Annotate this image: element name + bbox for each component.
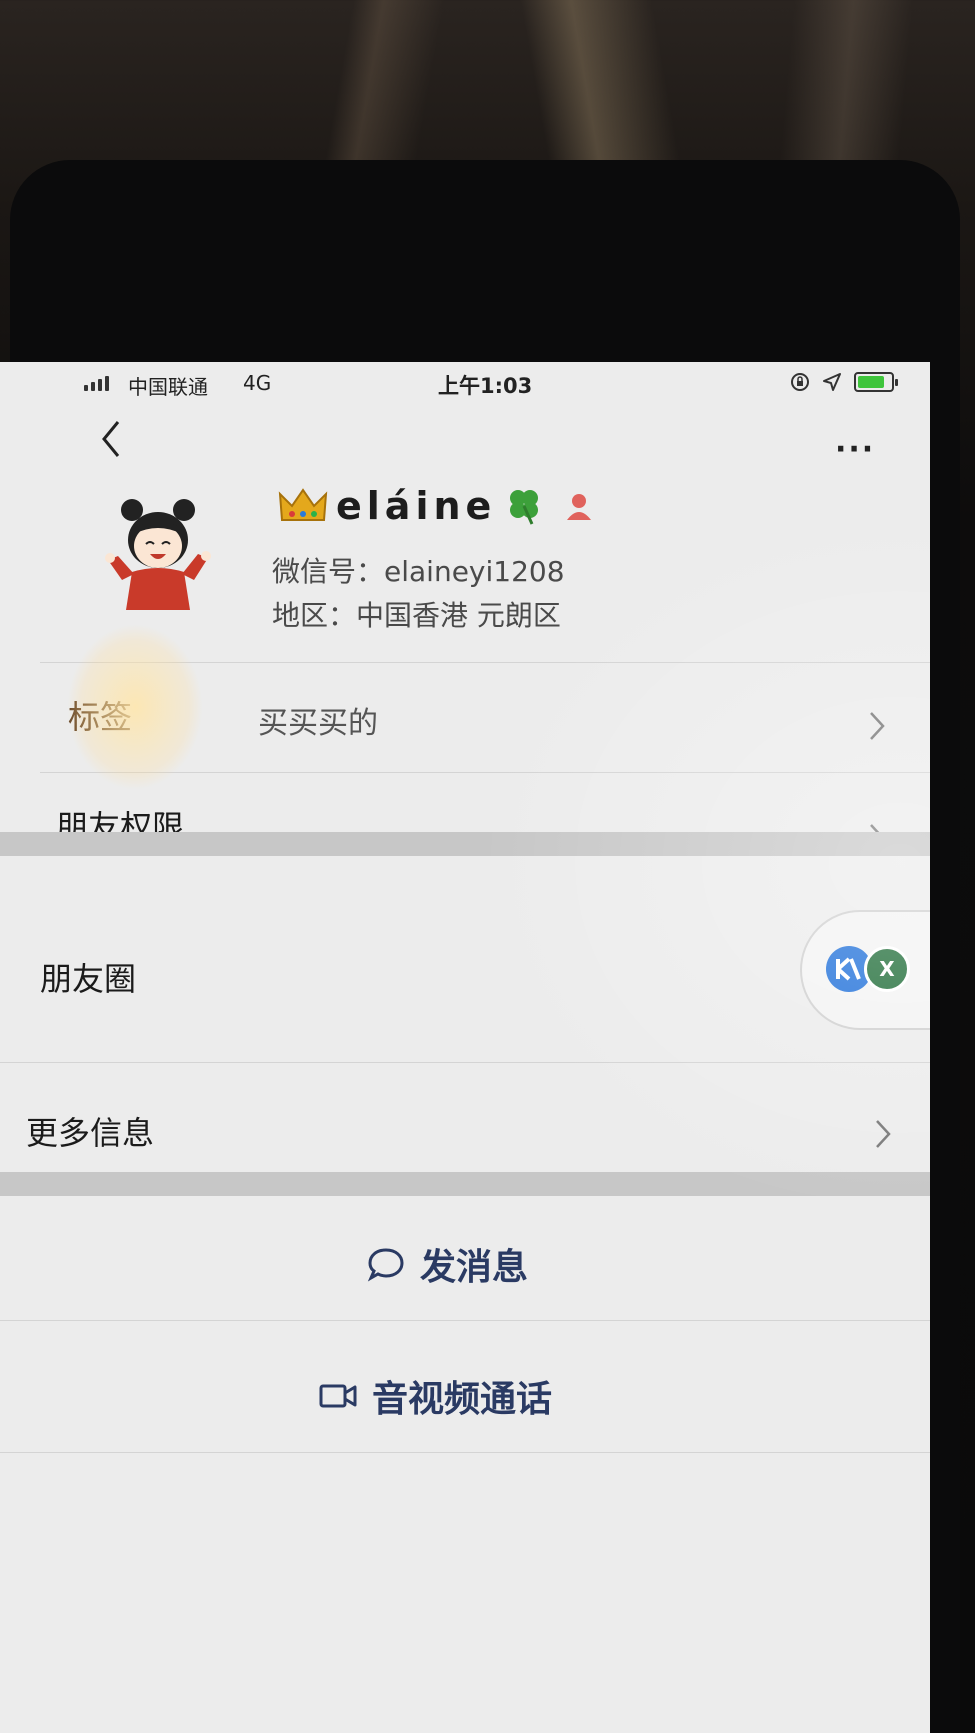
nickname: eláine	[336, 484, 497, 528]
tags-label: 标签	[68, 698, 133, 736]
region: 地区：中国香港 元朗区	[272, 599, 561, 632]
status-icons	[790, 372, 898, 392]
moments-thumbnails: X	[800, 910, 930, 1030]
chat-bubble-icon	[367, 1248, 404, 1282]
video-call-label: 音视频通话	[372, 1379, 553, 1420]
avatar[interactable]	[104, 492, 214, 610]
name-row: eláine	[278, 484, 592, 528]
chevron-right-icon	[870, 712, 885, 740]
back-icon[interactable]	[96, 414, 126, 464]
status-time: 上午1:03	[438, 374, 533, 398]
video-call-button[interactable]: 音视频通话	[318, 1370, 552, 1422]
divider	[40, 772, 930, 773]
video-camera-icon	[319, 1384, 357, 1408]
network-type: 4G	[243, 371, 272, 395]
section-gap	[0, 832, 930, 856]
chevron-right-icon	[876, 1120, 891, 1148]
contact-profile-screen: 中国联通 4G 上午1:03 ··· eláine 微信号：elaineyi12…	[0, 362, 930, 1733]
wechat-id: 微信号：elaineyi1208	[272, 555, 565, 588]
divider	[0, 1320, 930, 1321]
carrier-name: 中国联通	[128, 375, 208, 399]
rotation-lock-icon	[791, 373, 809, 391]
send-message-label: 发消息	[420, 1247, 529, 1288]
status-bar: 中国联通 4G 上午1:03	[0, 362, 930, 406]
more-info-label: 更多信息	[26, 1114, 155, 1152]
divider	[0, 1062, 930, 1063]
gender-badge-icon	[567, 494, 592, 520]
section-gap	[0, 1172, 930, 1196]
crown-emoji-icon	[278, 488, 328, 521]
location-icon	[823, 373, 841, 391]
moments-label: 朋友圈	[40, 960, 137, 998]
clover-emoji-icon	[510, 490, 539, 525]
divider	[40, 662, 930, 663]
divider	[0, 1452, 930, 1453]
moments-thumbnail-2: X	[864, 946, 910, 992]
tags-value: 买买买的	[258, 706, 378, 741]
signal-icon	[84, 376, 109, 391]
battery-icon	[854, 372, 898, 392]
send-message-button[interactable]: 发消息	[366, 1238, 528, 1290]
more-options-icon[interactable]: ···	[835, 432, 875, 467]
